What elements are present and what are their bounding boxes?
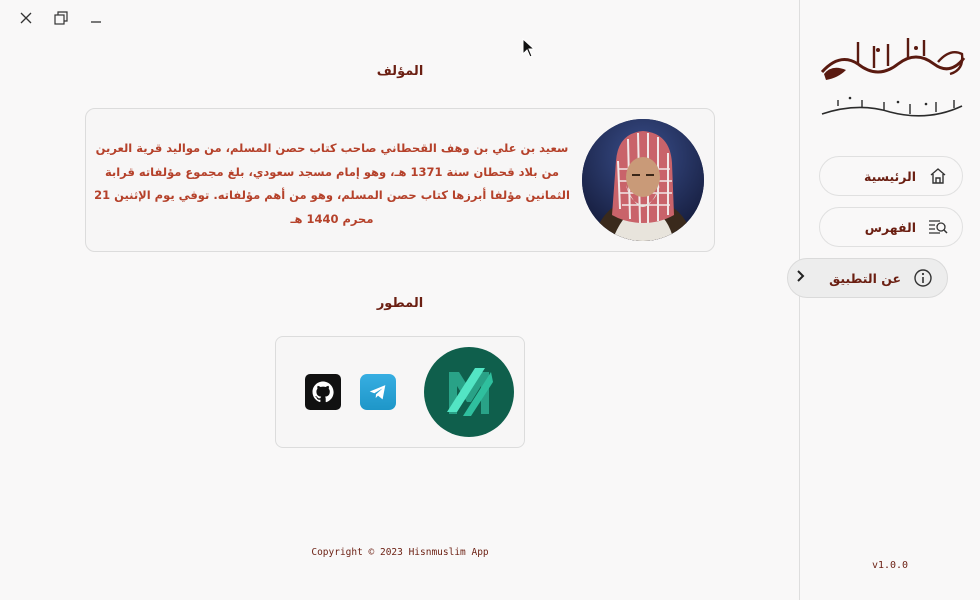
author-card: سعيد بن علي بن وهف القحطاني صاحب كتاب حص… — [85, 108, 715, 252]
sidebar-item-label: الرئيسية — [864, 168, 916, 184]
developer-logo[interactable] — [424, 347, 514, 437]
sidebar-item-home[interactable]: الرئيسية — [819, 156, 963, 196]
author-bio: سعيد بن علي بن وهف القحطاني صاحب كتاب حص… — [94, 141, 570, 226]
sidebar-item-label: الفهرس — [864, 219, 916, 235]
author-photo — [582, 119, 704, 241]
mouse-cursor-icon — [522, 38, 536, 58]
github-link[interactable] — [305, 374, 341, 410]
info-icon — [913, 268, 933, 288]
github-icon — [312, 381, 334, 403]
index-search-icon — [928, 217, 948, 237]
copyright-text: Copyright © 2023 Hisnmuslim App — [311, 547, 489, 558]
telegram-link[interactable] — [360, 374, 396, 410]
home-icon — [928, 166, 948, 186]
sidebar-item-label: عن التطبيق — [829, 270, 901, 286]
author-section-title: المؤلف — [376, 64, 424, 79]
sidebar-item-about[interactable]: عن التطبيق — [787, 258, 948, 298]
telegram-icon — [369, 385, 386, 400]
main-content: المؤلف سعيد بن علي بن وهف القحطاني صاحب … — [0, 0, 800, 600]
app-version: v1.0.0 — [871, 560, 909, 571]
logo-subtitle: من أذكار الكتاب والسنة — [968, 34, 969, 35]
developer-section-title: المطور — [376, 296, 424, 311]
developer-logo-icon — [447, 368, 493, 416]
sidebar-item-index[interactable]: الفهرس — [819, 207, 963, 247]
chevron-right-icon — [796, 270, 806, 285]
app-logo: حصن المسلم من أذكار الكتاب والسنة — [818, 34, 968, 130]
logo-title: حصن المسلم — [968, 34, 969, 35]
sidebar: حصن المسلم من أذكار الكتاب والسنة الرئيس… — [787, 0, 980, 600]
developer-card — [275, 336, 525, 448]
